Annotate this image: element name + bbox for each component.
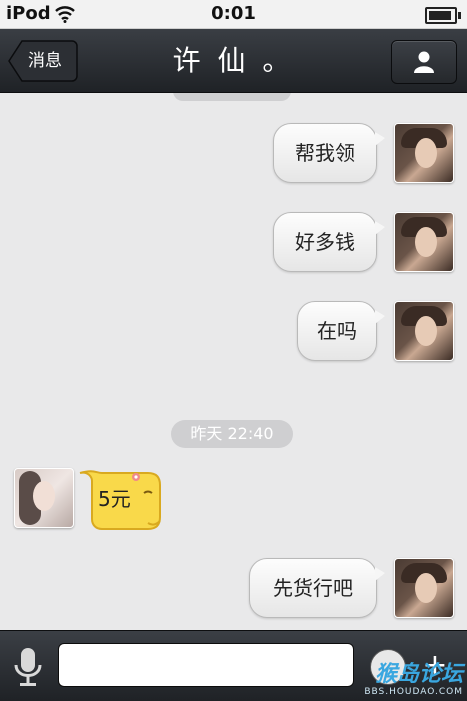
message-text: 先货行吧 (273, 576, 353, 600)
battery-fill (429, 11, 451, 20)
microphone-icon[interactable] (10, 645, 46, 689)
input-bar: + 猴岛论坛 BBS.HOUDAO.COM (0, 630, 467, 701)
status-bar: iPod 0:01 (0, 0, 467, 29)
message-input[interactable] (58, 643, 354, 687)
message-bubble-received[interactable]: 5元 (78, 467, 164, 531)
avatar-me[interactable] (394, 212, 454, 272)
clock: 0:01 (211, 3, 256, 24)
message-bubble-sent[interactable]: 帮我领 (273, 123, 385, 183)
avatar-me[interactable] (394, 123, 454, 183)
avatar-me[interactable] (394, 301, 454, 361)
timestamp-badge-partial (173, 93, 291, 101)
avatar-contact[interactable] (14, 468, 74, 528)
watermark: 猴岛论坛 BBS.HOUDAO.COM (364, 662, 463, 698)
message-text: 好多钱 (295, 230, 355, 254)
message-text: 5元 (98, 487, 131, 511)
profile-button[interactable] (391, 40, 457, 84)
battery-icon (425, 7, 461, 24)
message-bubble-sent[interactable]: 在吗 (297, 301, 385, 361)
watermark-main: 猴岛论坛 (374, 662, 463, 687)
chat-area[interactable]: 帮我领 好多钱 在吗 昨天 22:40 5元 先货行吧 (0, 93, 467, 630)
message-text: 帮我领 (295, 141, 355, 165)
avatar-me[interactable] (394, 558, 454, 618)
message-text: 在吗 (317, 319, 357, 343)
message-bubble-sent[interactable]: 先货行吧 (249, 558, 385, 618)
nav-bar: 消息 许 仙 。 (0, 29, 467, 93)
person-icon (414, 51, 434, 73)
watermark-sub: BBS.HOUDAO.COM (364, 687, 463, 697)
timestamp-badge: 昨天 22:40 (171, 420, 293, 448)
message-bubble-sent[interactable]: 好多钱 (273, 212, 385, 272)
